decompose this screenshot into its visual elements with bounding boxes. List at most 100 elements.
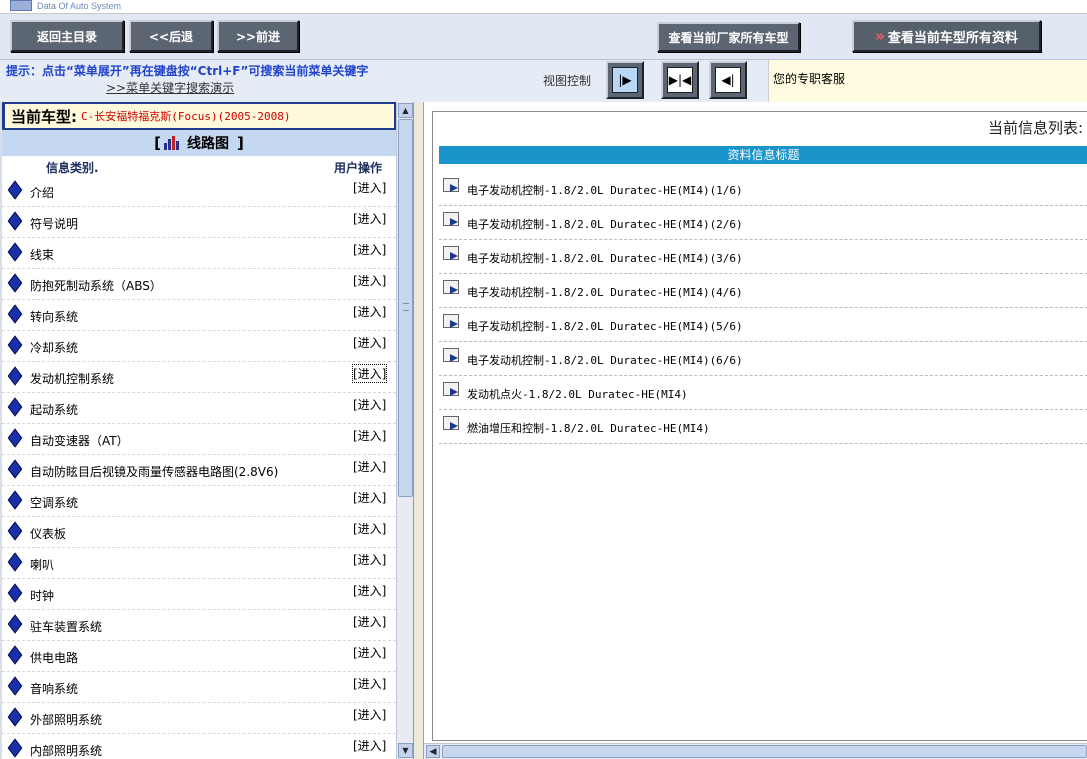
info-row[interactable]: 电子发动机控制-1.8/2.0L Duratec-HE(MI4)(4/6) [439, 274, 1087, 308]
enter-link[interactable]: [进入] [351, 364, 388, 383]
book-icon [6, 304, 24, 324]
category-row[interactable]: 内部照明系统 [进入] [2, 734, 396, 759]
pane-splitter[interactable] [414, 102, 424, 759]
enter-link[interactable]: [进入] [353, 272, 386, 289]
category-name[interactable]: 冷却系统 [30, 339, 78, 356]
info-title-link[interactable]: 发动机点火-1.8/2.0L Duratec-HE(MI4) [467, 386, 688, 402]
horizontal-scroll-thumb[interactable] [442, 745, 1087, 758]
enter-link[interactable]: [进入] [353, 334, 386, 351]
category-row[interactable]: 时钟 [进入] [2, 579, 396, 610]
info-title-link[interactable]: 电子发动机控制-1.8/2.0L Duratec-HE(MI4)(3/6) [467, 250, 743, 266]
view-maker-models-button[interactable]: 查看当前厂家所有车型 [657, 22, 800, 52]
info-row[interactable]: 发动机点火-1.8/2.0L Duratec-HE(MI4) [439, 376, 1087, 410]
info-row[interactable]: 电子发动机控制-1.8/2.0L Duratec-HE(MI4)(3/6) [439, 240, 1087, 274]
category-name[interactable]: 介绍 [30, 184, 54, 201]
info-row[interactable]: 电子发动机控制-1.8/2.0L Duratec-HE(MI4)(1/6) [439, 172, 1087, 206]
enter-link[interactable]: [进入] [353, 241, 386, 258]
category-name[interactable]: 仪表板 [30, 525, 66, 542]
bar-chart-icon [163, 136, 179, 150]
category-row[interactable]: 冷却系统 [进入] [2, 331, 396, 362]
category-row[interactable]: 介绍 [进入] [2, 176, 396, 207]
book-icon [6, 490, 24, 510]
category-row[interactable]: 自动变速器（AT） [进入] [2, 424, 396, 455]
view-split-button[interactable]: ▶|◀ [661, 61, 699, 99]
left-scrollbar[interactable]: ▲ ▼ [396, 102, 413, 759]
scroll-down-icon[interactable]: ▼ [398, 743, 413, 758]
info-row[interactable]: 电子发动机控制-1.8/2.0L Duratec-HE(MI4)(5/6) [439, 308, 1087, 342]
category-name[interactable]: 喇叭 [30, 556, 54, 573]
book-icon [6, 211, 24, 231]
view-expand-left-button[interactable]: ◀| [709, 61, 747, 99]
home-button[interactable]: 返回主目录 [10, 20, 124, 52]
enter-link[interactable]: [进入] [353, 582, 386, 599]
info-title-link[interactable]: 燃油增压和控制-1.8/2.0L Duratec-HE(MI4) [467, 420, 710, 436]
info-row[interactable]: 电子发动机控制-1.8/2.0L Duratec-HE(MI4)(2/6) [439, 206, 1087, 240]
category-row[interactable]: 仪表板 [进入] [2, 517, 396, 548]
enter-link[interactable]: [进入] [353, 613, 386, 630]
category-row[interactable]: 线束 [进入] [2, 238, 396, 269]
enter-link[interactable]: [进入] [353, 675, 386, 692]
category-name[interactable]: 自动防眩目后视镜及雨量传感器电路图(2.8V6) [30, 463, 278, 480]
category-name[interactable]: 空调系统 [30, 494, 78, 511]
category-name[interactable]: 时钟 [30, 587, 54, 604]
scroll-up-icon[interactable]: ▲ [398, 103, 413, 118]
horizontal-scrollbar[interactable]: ◀ [424, 743, 1087, 759]
category-row[interactable]: 音响系统 [进入] [2, 672, 396, 703]
back-button[interactable]: <<后退 [129, 20, 213, 52]
enter-link[interactable]: [进入] [353, 303, 386, 320]
enter-link[interactable]: [进入] [353, 458, 386, 475]
category-row[interactable]: 防抱死制动系统（ABS） [进入] [2, 269, 396, 300]
enter-link[interactable]: [进入] [353, 551, 386, 568]
info-list-title: 当前信息列表: [987, 119, 1083, 137]
info-title-link[interactable]: 电子发动机控制-1.8/2.0L Duratec-HE(MI4)(2/6) [467, 216, 743, 232]
enter-link[interactable]: [进入] [353, 427, 386, 444]
enter-link[interactable]: [进入] [353, 520, 386, 537]
category-row[interactable]: 喇叭 [进入] [2, 548, 396, 579]
view-expand-right-button[interactable]: |▶ [606, 61, 644, 99]
info-list-frame: 当前信息列表: 资料信息标题 电子发动机控制-1.8/2.0L Duratec-… [432, 111, 1087, 741]
enter-link[interactable]: [进入] [353, 179, 386, 196]
search-demo-link[interactable]: >>菜单关键字搜索演示 [106, 79, 234, 96]
category-name[interactable]: 音响系统 [30, 680, 78, 697]
scroll-thumb[interactable] [398, 119, 413, 497]
category-list-pane: 当前车型: C-长安福特福克斯(Focus)(2005-2008) [ 线路图 … [2, 102, 396, 759]
category-row[interactable]: 驻车装置系统 [进入] [2, 610, 396, 641]
category-row[interactable]: 自动防眩目后视镜及雨量传感器电路图(2.8V6) [进入] [2, 455, 396, 486]
category-row[interactable]: 符号说明 [进入] [2, 207, 396, 238]
info-title-link[interactable]: 电子发动机控制-1.8/2.0L Duratec-HE(MI4)(4/6) [467, 284, 743, 300]
info-title-link[interactable]: 电子发动机控制-1.8/2.0L Duratec-HE(MI4)(1/6) [467, 182, 743, 198]
category-name[interactable]: 供电电路 [30, 649, 78, 666]
category-row[interactable]: 转向系统 [进入] [2, 300, 396, 331]
enter-link[interactable]: [进入] [353, 210, 386, 227]
category-row[interactable]: 空调系统 [进入] [2, 486, 396, 517]
enter-link[interactable]: [进入] [353, 489, 386, 506]
info-row[interactable]: 电子发动机控制-1.8/2.0L Duratec-HE(MI4)(6/6) [439, 342, 1087, 376]
category-name[interactable]: 发动机控制系统 [30, 370, 114, 387]
enter-link[interactable]: [进入] [353, 737, 386, 754]
category-row[interactable]: 供电电路 [进入] [2, 641, 396, 672]
enter-link[interactable]: [进入] [353, 644, 386, 661]
category-row[interactable]: 起动系统 [进入] [2, 393, 396, 424]
category-name[interactable]: 线束 [30, 246, 54, 263]
info-title-link[interactable]: 电子发动机控制-1.8/2.0L Duratec-HE(MI4)(6/6) [467, 352, 743, 368]
category-name[interactable]: 符号说明 [30, 215, 78, 232]
info-row[interactable]: 燃油增压和控制-1.8/2.0L Duratec-HE(MI4) [439, 410, 1087, 444]
category-name[interactable]: 内部照明系统 [30, 742, 102, 759]
info-title-link[interactable]: 电子发动机控制-1.8/2.0L Duratec-HE(MI4)(5/6) [467, 318, 743, 334]
category-name[interactable]: 转向系统 [30, 308, 78, 325]
category-row[interactable]: 外部照明系统 [进入] [2, 703, 396, 734]
category-name[interactable]: 外部照明系统 [30, 711, 102, 728]
scroll-left-icon[interactable]: ◀ [426, 745, 440, 758]
section-close-bracket: ] [237, 134, 244, 152]
enter-link[interactable]: [进入] [353, 706, 386, 723]
category-name[interactable]: 驻车装置系统 [30, 618, 102, 635]
enter-link[interactable]: [进入] [353, 396, 386, 413]
book-icon [6, 738, 24, 758]
view-model-data-button[interactable]: » 查看当前车型所有资料 [852, 20, 1041, 52]
category-name[interactable]: 起动系统 [30, 401, 78, 418]
forward-button[interactable]: >>前进 [217, 20, 299, 52]
service-box: 您的专职客服 [768, 60, 1087, 102]
category-name[interactable]: 防抱死制动系统（ABS） [30, 277, 162, 294]
category-name[interactable]: 自动变速器（AT） [30, 432, 129, 449]
category-row[interactable]: 发动机控制系统 [进入] [2, 362, 396, 393]
